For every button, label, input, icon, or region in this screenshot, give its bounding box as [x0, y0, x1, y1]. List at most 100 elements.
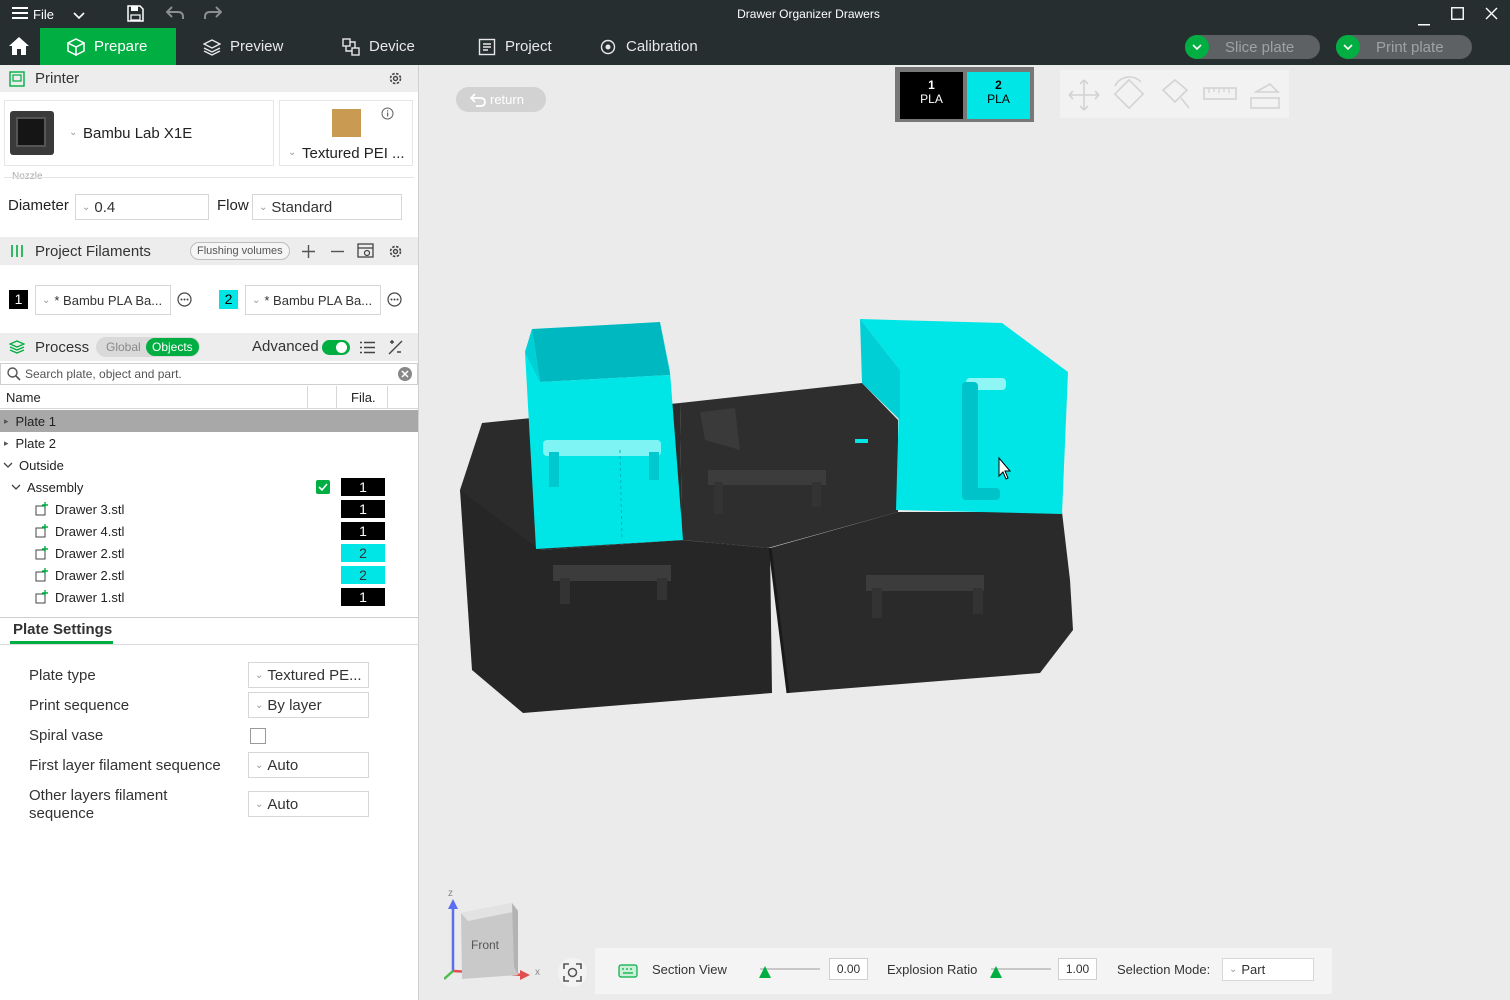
other-layers-sequence-dropdown[interactable]: ⌄ Auto: [248, 791, 369, 817]
3d-viewport[interactable]: return 1 PLA 2 PLA Front z x Section Vie…: [420, 65, 1510, 1000]
filament-options-icon[interactable]: [387, 292, 402, 307]
explosion-ratio-slider[interactable]: [990, 966, 1051, 978]
tree-row-outside[interactable]: Outside: [0, 454, 418, 476]
spiral-vase-checkbox[interactable]: [250, 728, 266, 744]
nozzle-divider: [4, 177, 414, 178]
slider-thumb-icon[interactable]: [989, 965, 1003, 979]
tree-row-assembly[interactable]: Assembly 1: [0, 476, 418, 498]
first-layer-sequence-label: First layer filament sequence: [29, 757, 221, 774]
sync-filaments-icon[interactable]: [357, 243, 374, 259]
first-layer-sequence-dropdown[interactable]: ⌄ Auto: [248, 752, 369, 778]
tree-row-part[interactable]: Drawer 4.stl 1: [0, 520, 418, 542]
spiral-vase-label: Spiral vase: [29, 727, 104, 744]
chevron-right-icon[interactable]: ▸: [4, 416, 9, 427]
column-fila-header[interactable]: Fila.: [351, 390, 376, 405]
zoom-fit-button[interactable]: [558, 958, 587, 987]
print-plate-label: Print plate: [1376, 38, 1444, 56]
gear-icon[interactable]: [388, 244, 403, 259]
tab-device[interactable]: Device: [342, 28, 415, 65]
selection-mode-label: Selection Mode:: [1117, 962, 1211, 977]
chevron-down-icon: ⌄: [255, 669, 264, 681]
tree-row-part[interactable]: Drawer 2.stl 2: [0, 564, 418, 586]
maximize-icon[interactable]: [1451, 7, 1464, 23]
cube-front-label: Front: [471, 938, 500, 952]
section-view-slider[interactable]: [759, 966, 820, 978]
filament-number-badge[interactable]: 1: [341, 588, 385, 606]
keyboard-icon[interactable]: [618, 964, 638, 978]
print-plate-button[interactable]: Print plate: [1336, 35, 1472, 59]
plate-type-name: Textured PEI ...: [302, 145, 405, 162]
printer-section-header: Printer: [0, 65, 418, 92]
compare-icon[interactable]: [388, 340, 403, 355]
tree-row-part[interactable]: Drawer 3.stl 1: [0, 498, 418, 520]
bottom-view-bar: Section View 0.00 Explosion Ratio 1.00 S…: [595, 948, 1332, 994]
flushing-volumes-button[interactable]: Flushing volumes: [190, 242, 290, 260]
section-value-box[interactable]: 0.00: [829, 958, 868, 980]
process-section-header: Process Global Objects Advanced: [0, 333, 418, 361]
slice-plate-button[interactable]: Slice plate: [1185, 35, 1320, 59]
slider-thumb-icon[interactable]: [758, 965, 772, 979]
printer-thumbnail: [10, 111, 54, 155]
drawer-cyan-left-inner[interactable]: [532, 322, 670, 382]
chevron-down-icon[interactable]: [3, 462, 13, 469]
filament-1-swatch[interactable]: 1: [9, 290, 28, 309]
tree-row-label: Drawer 3.stl: [55, 501, 125, 517]
global-toggle-option[interactable]: Global: [106, 340, 141, 354]
axis-x-label: x: [535, 967, 540, 978]
clear-search-icon[interactable]: [398, 367, 412, 381]
printer-selector[interactable]: ⌄ Bambu Lab X1E: [4, 100, 274, 166]
tree-row-part[interactable]: Drawer 1.stl 1: [0, 586, 418, 608]
tree-row-plate-2[interactable]: ▸ Plate 2: [0, 432, 418, 454]
column-name-header[interactable]: Name: [6, 390, 41, 405]
chevron-down-icon[interactable]: [11, 484, 21, 491]
orientation-cube[interactable]: Front z x: [443, 888, 544, 990]
chevron-down-icon[interactable]: [1336, 35, 1360, 59]
selection-mode-dropdown[interactable]: ⌄ Part: [1222, 958, 1314, 981]
tab-prepare[interactable]: Prepare: [40, 28, 176, 65]
tab-preview[interactable]: Preview: [203, 28, 283, 65]
advanced-switch[interactable]: [322, 340, 350, 355]
section-view-label: Section View: [652, 962, 727, 977]
flow-value: Standard: [271, 198, 333, 216]
drawer-black-right[interactable]: [770, 512, 1073, 693]
filament-number-badge[interactable]: 1: [341, 522, 385, 540]
minimize-icon[interactable]: [1418, 13, 1430, 29]
plate-settings-tab[interactable]: Plate Settings: [13, 621, 112, 638]
filament-1-dropdown[interactable]: ⌄ * Bambu PLA Ba...: [35, 285, 171, 315]
gear-icon[interactable]: [388, 71, 403, 86]
chevron-down-icon[interactable]: ⌄: [288, 147, 296, 158]
tree-row-part[interactable]: Drawer 2.stl 2: [0, 542, 418, 564]
assembly-checkbox[interactable]: [316, 480, 330, 494]
chevron-right-icon[interactable]: ▸: [4, 438, 9, 449]
filament-2-swatch[interactable]: 2: [219, 290, 238, 309]
home-icon[interactable]: [8, 36, 30, 59]
object-search-box[interactable]: Search plate, object and part.: [0, 363, 418, 385]
tab-calibration[interactable]: Calibration: [599, 28, 698, 65]
close-icon[interactable]: [1485, 7, 1498, 23]
plate-type-dropdown[interactable]: ⌄ Textured PE...: [248, 662, 369, 688]
filament-number-badge[interactable]: 1: [341, 500, 385, 518]
filament-options-icon[interactable]: [177, 292, 192, 307]
filament-number-badge[interactable]: 2: [341, 544, 385, 562]
filament-2-dropdown[interactable]: ⌄ * Bambu PLA Ba...: [245, 285, 381, 315]
explosion-value-box[interactable]: 1.00: [1058, 958, 1097, 980]
add-icon[interactable]: [302, 245, 315, 258]
filament-1-name: * Bambu PLA Ba...: [54, 292, 163, 308]
filament-number-badge[interactable]: 2: [341, 566, 385, 584]
print-sequence-dropdown[interactable]: ⌄ By layer: [248, 692, 369, 718]
plate-type-selector[interactable]: ⌄ Textured PEI ...: [279, 100, 413, 166]
remove-icon[interactable]: [331, 245, 344, 258]
global-objects-toggle[interactable]: Global Objects: [96, 337, 200, 357]
tab-project[interactable]: Project: [478, 28, 552, 65]
info-icon[interactable]: [381, 107, 394, 123]
chevron-down-icon[interactable]: ⌄: [69, 127, 77, 138]
3d-model-render[interactable]: [420, 65, 1510, 1000]
flow-dropdown[interactable]: ⌄ Standard: [252, 194, 402, 220]
tree-row-plate-1[interactable]: ▸ Plate 1: [0, 410, 418, 432]
chevron-down-icon: ⌄: [82, 201, 91, 213]
chevron-down-icon[interactable]: [1185, 35, 1209, 59]
list-icon[interactable]: [360, 341, 375, 354]
diameter-dropdown[interactable]: ⌄ 0.4: [75, 194, 209, 220]
filament-number-badge[interactable]: 1: [341, 478, 385, 496]
objects-toggle-option[interactable]: Objects: [146, 338, 199, 356]
